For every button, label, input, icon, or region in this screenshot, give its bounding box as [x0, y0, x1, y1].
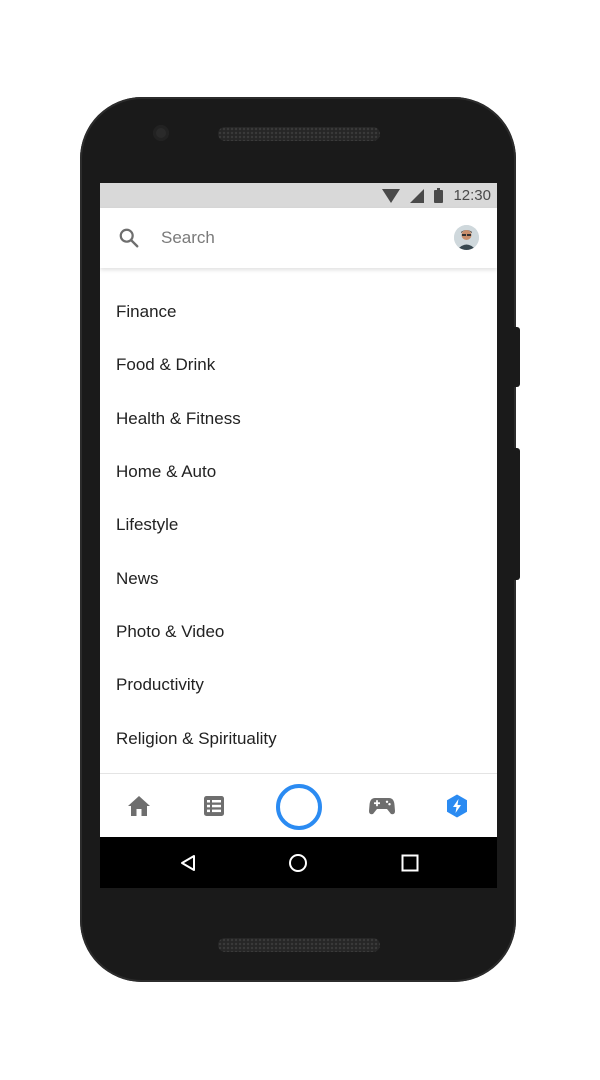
camera-button[interactable] [276, 784, 322, 830]
power-button [514, 327, 520, 387]
discover-icon [447, 794, 467, 817]
search-icon[interactable] [118, 227, 140, 249]
front-camera [153, 125, 169, 141]
list-item[interactable]: News [116, 564, 159, 594]
wifi-icon [382, 188, 401, 203]
list-item[interactable]: Religion & Spirituality [116, 724, 277, 754]
list-tab[interactable] [190, 774, 238, 837]
status-icons: 12:30 [382, 183, 491, 208]
status-bar: 12:30 [100, 183, 497, 208]
battery-icon [434, 188, 444, 203]
home-tab[interactable] [115, 774, 163, 837]
home-circle-icon [289, 853, 307, 872]
screen: 12:30 Entertainment Finance Food & Drink… [100, 183, 497, 888]
bottom-nav [100, 773, 497, 837]
games-icon [369, 797, 395, 814]
profile-picture [454, 225, 479, 250]
discover-tab[interactable] [433, 774, 481, 837]
recents-button[interactable] [385, 837, 435, 888]
search-bar [100, 208, 497, 268]
list-item[interactable]: Food & Drink [116, 350, 215, 380]
status-time: 12:30 [453, 187, 491, 204]
signal-icon [410, 188, 425, 203]
back-button[interactable] [163, 837, 213, 888]
recents-icon [401, 854, 419, 871]
home-icon [128, 795, 150, 816]
list-item[interactable]: Home & Auto [116, 457, 216, 487]
list-item[interactable]: Photo & Video [116, 617, 224, 647]
list-icon [204, 795, 224, 816]
bottom-speaker [218, 938, 380, 952]
top-speaker [218, 127, 380, 141]
volume-button [514, 448, 520, 580]
list-item[interactable]: Lifestyle [116, 510, 178, 540]
avatar[interactable] [454, 225, 479, 250]
list-item[interactable]: Productivity [116, 670, 204, 700]
home-button[interactable] [273, 837, 323, 888]
list-item[interactable]: Finance [116, 297, 176, 327]
list-item[interactable]: Health & Fitness [116, 404, 241, 434]
system-nav-bar [100, 837, 497, 888]
category-list: Entertainment Finance Food & Drink Healt… [100, 249, 497, 773]
back-icon [181, 854, 195, 871]
search-input[interactable] [161, 224, 441, 252]
games-tab[interactable] [358, 774, 406, 837]
